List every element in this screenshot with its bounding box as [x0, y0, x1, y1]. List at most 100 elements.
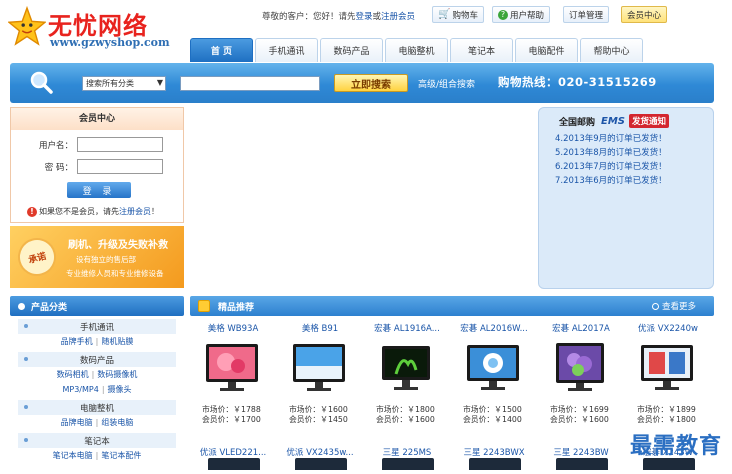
- search-button[interactable]: 立即搜索: [334, 74, 408, 92]
- product-card[interactable]: 优派 VLED221...: [190, 440, 276, 470]
- category-sub-link[interactable]: 品牌电脑: [61, 418, 93, 427]
- register-tip-text: 如果您不是会员，请先: [39, 207, 119, 216]
- member-price: 会员价：￥1700: [202, 415, 261, 424]
- notice-tag: 发货通知: [629, 114, 670, 128]
- category-sub-link[interactable]: 随机贴膜: [101, 337, 133, 346]
- bullet-icon: [24, 357, 28, 361]
- product-name[interactable]: 三星 2243BW: [538, 446, 624, 458]
- register-tip-end: ！: [151, 207, 159, 216]
- product-card[interactable]: 三星 2243BW: [538, 440, 624, 470]
- product-name[interactable]: 优派 VX2435w...: [277, 446, 363, 458]
- category-group-label: 数码产品: [79, 355, 114, 366]
- product-name[interactable]: 三星 2243BWX: [451, 446, 537, 458]
- tab-home[interactable]: 首 页: [190, 38, 253, 62]
- tab-mobile[interactable]: 手机通讯: [255, 38, 318, 62]
- tab-help[interactable]: 帮助中心: [580, 38, 643, 62]
- tab-laptop[interactable]: 笔记本: [450, 38, 513, 62]
- monitor-image: [556, 458, 608, 470]
- product-card[interactable]: 优派 VX2240w 市场价：￥1899 会员价：￥1800: [625, 318, 711, 428]
- product-name[interactable]: 优派 VLED221...: [190, 446, 276, 458]
- more-link[interactable]: 查看更多: [651, 300, 696, 312]
- orders-button[interactable]: 订单管理: [563, 6, 610, 23]
- help-icon: ?: [498, 9, 508, 20]
- product-name[interactable]: 三星 225MS: [364, 446, 450, 458]
- product-card[interactable]: 三星 225MS: [364, 440, 450, 470]
- hotline-text: 购物热线：020-31515269: [498, 75, 657, 89]
- gift-icon: [198, 300, 210, 312]
- tab-desktop[interactable]: 电脑整机: [385, 38, 448, 62]
- category-sub-link[interactable]: 数码相机: [57, 370, 89, 379]
- product-card[interactable]: 宏碁 AL2016W... 市场价：￥1500 会员价：￥1400: [451, 318, 537, 428]
- username-input[interactable]: [77, 137, 163, 152]
- separator: |: [95, 418, 99, 427]
- category-subs: 数码相机 | 数码摄像机: [10, 367, 184, 382]
- category-sub-link[interactable]: 组装电脑: [101, 418, 133, 427]
- notice-item[interactable]: 4.2013年9月的订单已发货！: [555, 132, 667, 146]
- login-button[interactable]: 登 录: [67, 182, 131, 198]
- category-select[interactable]: 搜索所有分类 ▼: [82, 76, 166, 91]
- product-name[interactable]: 宏碁 AL2016W...: [451, 322, 537, 334]
- product-card[interactable]: 三星 2243BWX: [451, 440, 537, 470]
- category-sub-link[interactable]: MP3/MP4: [62, 385, 98, 394]
- login-link[interactable]: 登录: [356, 10, 373, 22]
- category-sub-link[interactable]: 数码摄像机: [97, 370, 137, 379]
- bullet-icon: [24, 405, 28, 409]
- category-subs: 品牌手机 | 随机贴膜: [10, 334, 184, 349]
- product-name[interactable]: 美格 WB93A: [190, 322, 276, 334]
- product-category-panel: 产品分类 手机通讯 品牌手机 | 随机贴膜 数码产品 数码相机 | 数码摄像机 MP3/…: [10, 296, 184, 474]
- monitor-image: [295, 458, 347, 470]
- product-name[interactable]: 宏碁 AL2017A: [538, 322, 624, 334]
- shipping-notice-panel: 全国邮购 EMS 发货通知 4.2013年9月的订单已发货！ 5.2013年8月…: [538, 107, 714, 289]
- monitor-image: [382, 346, 430, 390]
- category-sub-link[interactable]: 笔记本配件: [101, 451, 141, 460]
- product-card[interactable]: 宏碁 AL2017A 市场价：￥1699 会员价：￥1600: [538, 318, 624, 428]
- more-icon: [651, 302, 659, 310]
- category-sub-link[interactable]: 品牌手机: [61, 337, 93, 346]
- product-card[interactable]: 美格 B91 市场价：￥1600 会员价：￥1450: [277, 318, 363, 428]
- orders-label: 订单管理: [569, 10, 604, 21]
- notice-item[interactable]: 7.2013年6月的订单已发货！: [555, 174, 667, 188]
- category-sub-link[interactable]: 笔记本电脑: [53, 451, 93, 460]
- category-group-laptop[interactable]: 笔记本: [18, 433, 176, 448]
- category-group-mobile[interactable]: 手机通讯: [18, 319, 176, 334]
- notice-item[interactable]: 6.2013年7月的订单已发货！: [555, 160, 667, 174]
- member-login-panel: 会员中心 用户名： 密 码： 登 录 ! 如果您不是会员，请先 注册会员 ！: [10, 107, 184, 223]
- product-name[interactable]: 宏碁 AL1916A...: [364, 322, 450, 334]
- monitor-image: [293, 344, 345, 391]
- tab-digital[interactable]: 数码产品: [320, 38, 383, 62]
- category-subs: MP3/MP4 | 摄像头: [10, 382, 184, 397]
- search-bar: 搜索所有分类 ▼ 立即搜索 高级/组合搜索 购物热线：020-31515269: [10, 63, 714, 103]
- product-card[interactable]: 宏碁 AL1916A... 市场价：￥1800 会员价：￥1600: [364, 318, 450, 428]
- category-group-desktop[interactable]: 电脑整机: [18, 400, 176, 415]
- product-name[interactable]: 优派 VX2240w: [625, 322, 711, 334]
- password-input[interactable]: [77, 159, 163, 174]
- help-button[interactable]: ? 用户帮助: [492, 6, 551, 23]
- category-group-label: 手机通讯: [79, 322, 114, 333]
- register-tip-link[interactable]: 注册会员: [119, 206, 151, 217]
- notice-header: 全国邮购 EMS 发货通知: [559, 114, 670, 128]
- product-card[interactable]: 美格 WB93A 市场价：￥1788 会员价：￥1700: [190, 318, 276, 428]
- help-label: 用户帮助: [510, 10, 545, 21]
- notice-item[interactable]: 5.2013年8月的订单已发货！: [555, 146, 667, 160]
- register-link[interactable]: 注册会员: [381, 10, 415, 22]
- member-price: 会员价：￥1400: [463, 415, 522, 424]
- promo-line-2: 设有独立的售后部: [76, 255, 136, 264]
- member-price: 会员价：￥1800: [637, 415, 696, 424]
- search-input[interactable]: [180, 76, 320, 91]
- separator: |: [101, 385, 105, 394]
- member-center-button[interactable]: 会员中心: [621, 6, 668, 23]
- cart-button[interactable]: 🛒 购物车: [432, 6, 484, 23]
- category-group-digital[interactable]: 数码产品: [18, 352, 176, 367]
- site-logo[interactable]: 无忧网络 www.gzwyshop.com: [8, 4, 180, 50]
- or-text: 或: [372, 12, 382, 22]
- member-price: 会员价：￥1450: [289, 415, 348, 424]
- member-panel-title: 会员中心: [11, 108, 183, 130]
- product-card[interactable]: 优派 VX2435w...: [277, 440, 363, 470]
- tab-accessories[interactable]: 电脑配件: [515, 38, 578, 62]
- category-subs: 笔记本电脑 | 笔记本配件: [10, 448, 184, 463]
- product-name[interactable]: 美格 B91: [277, 322, 363, 334]
- service-promo-banner[interactable]: 承诺 刷机、升级及失败补救 设有独立的售后部 专业维修人员和专业维修设备: [10, 226, 184, 288]
- username-label: 用户名：: [38, 140, 73, 151]
- advanced-search-link[interactable]: 高级/组合搜索: [418, 77, 475, 90]
- category-sub-link[interactable]: 摄像头: [108, 385, 132, 394]
